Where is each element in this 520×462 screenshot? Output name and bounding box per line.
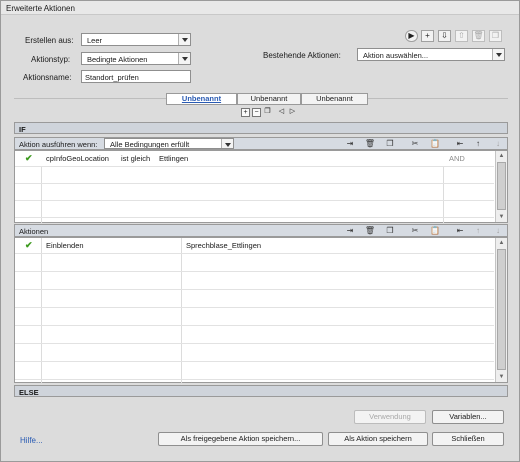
tab-condition-2[interactable]: Unbenannt bbox=[237, 93, 301, 105]
insert-after-icon[interactable]: ⇤ bbox=[454, 226, 466, 236]
existing-actions-value: Aktion auswählen... bbox=[363, 51, 429, 60]
action-type-value: Bedingte Aktionen bbox=[87, 55, 148, 64]
paste-icon[interactable]: 📋 bbox=[429, 139, 441, 149]
create-from-value: Leer bbox=[87, 36, 103, 45]
condition-mode-value: Alle Bedingungen erfüllt bbox=[110, 140, 190, 149]
save-shared-action-button[interactable]: Als freigegebene Aktion speichern... bbox=[158, 432, 323, 446]
scroll-down-icon[interactable]: ▼ bbox=[496, 372, 507, 382]
usage-button[interactable]: Verwendung bbox=[354, 410, 426, 424]
remove-condition-icon[interactable]: − bbox=[252, 108, 261, 117]
move-up-icon[interactable]: ↑ bbox=[472, 139, 484, 149]
duplicate-icon[interactable]: ❐ bbox=[489, 30, 502, 42]
save-action-button[interactable]: Als Aktion speichern bbox=[328, 432, 428, 446]
paste-icon[interactable]: 📋 bbox=[429, 226, 441, 236]
create-from-label: Erstellen aus: bbox=[25, 36, 74, 45]
help-link[interactable]: Hilfe... bbox=[20, 436, 43, 445]
copy-row-icon[interactable]: ❐ bbox=[384, 226, 396, 236]
scroll-up-icon[interactable]: ▲ bbox=[496, 238, 507, 248]
action-row[interactable] bbox=[15, 364, 494, 380]
tab-separator-left bbox=[14, 98, 166, 99]
move-up-icon[interactable]: ↑ bbox=[472, 226, 484, 236]
condition-row[interactable] bbox=[15, 168, 494, 184]
action-type-label: Aktionstyp: bbox=[31, 55, 71, 64]
chevron-down-icon bbox=[178, 53, 190, 64]
checkmark-icon[interactable]: ✔ bbox=[25, 240, 33, 251]
action-row[interactable] bbox=[15, 328, 494, 344]
actions-scrollbar[interactable]: ▲ ▼ bbox=[495, 238, 507, 382]
create-from-select[interactable]: Leer bbox=[81, 33, 191, 46]
condition-logic[interactable]: AND bbox=[449, 154, 465, 163]
play-icon[interactable]: ▶ bbox=[405, 30, 418, 42]
copy-condition-icon[interactable]: ❐ bbox=[263, 108, 272, 117]
action-row[interactable] bbox=[15, 274, 494, 290]
action-row[interactable] bbox=[15, 256, 494, 272]
action-command: Einblenden bbox=[46, 241, 84, 250]
import-icon[interactable]: ⇩ bbox=[438, 30, 451, 42]
tab-condition-3[interactable]: Unbenannt bbox=[301, 93, 368, 105]
add-icon[interactable]: + bbox=[421, 30, 434, 42]
condition-mode-select[interactable]: Alle Bedingungen erfüllt bbox=[104, 138, 234, 149]
action-name-label: Aktionsname: bbox=[23, 73, 72, 82]
delete-icon[interactable]: 🗑 bbox=[472, 30, 485, 42]
action-row[interactable] bbox=[15, 292, 494, 308]
condition-row[interactable] bbox=[15, 202, 494, 218]
insert-row-icon[interactable]: ⇥ bbox=[344, 139, 356, 149]
chevron-down-icon bbox=[492, 49, 504, 60]
action-row[interactable] bbox=[15, 346, 494, 362]
scroll-up-icon[interactable]: ▲ bbox=[496, 151, 507, 161]
chevron-down-icon bbox=[221, 139, 233, 148]
condition-mode-label: Aktion ausführen wenn: bbox=[19, 140, 98, 149]
tab-condition-1[interactable]: Unbenannt bbox=[166, 93, 237, 105]
tab-separator-right bbox=[368, 98, 508, 99]
advanced-actions-dialog: Erweiterte Aktionen Erstellen aus: Leer … bbox=[0, 0, 520, 462]
action-row[interactable] bbox=[15, 310, 494, 326]
add-condition-icon[interactable]: + bbox=[241, 108, 250, 117]
condition-row[interactable] bbox=[15, 185, 494, 201]
variables-button[interactable]: Variablen... bbox=[432, 410, 504, 424]
condition-variable: cpInfoGeoLocation bbox=[46, 154, 109, 163]
delete-row-icon[interactable]: 🗑 bbox=[364, 226, 376, 236]
insert-after-icon[interactable]: ⇤ bbox=[454, 139, 466, 149]
scroll-down-icon[interactable]: ▼ bbox=[496, 212, 507, 222]
action-name-input[interactable]: Standort_prüfen bbox=[81, 70, 191, 83]
action-target: Sprechblase_Ettlingen bbox=[186, 241, 262, 250]
condition-operator: ist gleich bbox=[121, 154, 151, 163]
actions-toolbar: Aktionen ⇥ 🗑 ❐ ✂ 📋 ⇤ ↑ ↓ bbox=[14, 224, 508, 237]
existing-actions-select[interactable]: Aktion auswählen... bbox=[357, 48, 505, 61]
cut-icon[interactable]: ✂ bbox=[409, 226, 421, 236]
actions-header: Aktionen bbox=[19, 227, 49, 236]
action-type-select[interactable]: Bedingte Aktionen bbox=[81, 52, 191, 65]
export-icon[interactable]: ⇧ bbox=[455, 30, 468, 42]
delete-row-icon[interactable]: 🗑 bbox=[364, 139, 376, 149]
move-down-icon[interactable]: ↓ bbox=[492, 226, 504, 236]
condition-scrollbar[interactable]: ▲ ▼ bbox=[495, 151, 507, 222]
next-tab-icon[interactable]: ▷ bbox=[288, 108, 297, 117]
close-button[interactable]: Schließen bbox=[432, 432, 504, 446]
scroll-thumb[interactable] bbox=[497, 249, 506, 370]
existing-actions-label: Bestehende Aktionen: bbox=[263, 51, 341, 60]
checkmark-icon[interactable]: ✔ bbox=[25, 153, 33, 164]
scroll-thumb[interactable] bbox=[497, 162, 506, 210]
condition-row[interactable]: ✔ cpInfoGeoLocation ist gleich Ettlingen… bbox=[15, 151, 494, 167]
move-down-icon[interactable]: ↓ bbox=[492, 139, 504, 149]
title-bar: Erweiterte Aktionen bbox=[1, 1, 519, 15]
condition-value: Ettlingen bbox=[159, 154, 189, 163]
dialog-title: Erweiterte Aktionen bbox=[6, 4, 75, 13]
chevron-down-icon bbox=[178, 34, 190, 45]
previous-tab-icon[interactable]: ◁ bbox=[277, 108, 286, 117]
else-header: ELSE bbox=[14, 385, 508, 397]
insert-row-icon[interactable]: ⇥ bbox=[344, 226, 356, 236]
action-row[interactable]: ✔ Einblenden Sprechblase_Ettlingen bbox=[15, 238, 494, 254]
actions-table: ✔ Einblenden Sprechblase_Ettlingen ▲ ▼ bbox=[14, 237, 508, 384]
condition-toolbar: Aktion ausführen wenn: Alle Bedingungen … bbox=[14, 137, 508, 150]
condition-table: ✔ cpInfoGeoLocation ist gleich Ettlingen… bbox=[14, 150, 508, 224]
if-header: IF bbox=[14, 122, 508, 134]
copy-row-icon[interactable]: ❐ bbox=[384, 139, 396, 149]
cut-icon[interactable]: ✂ bbox=[409, 139, 421, 149]
